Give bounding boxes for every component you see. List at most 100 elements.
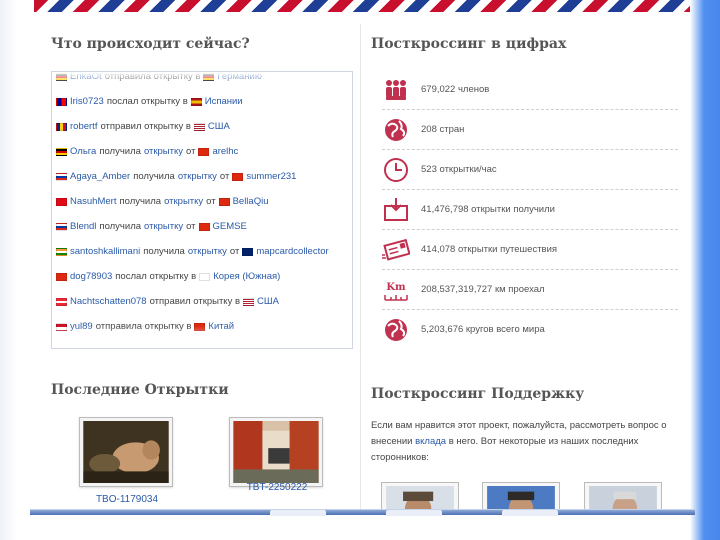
supporter-photo [386,486,454,510]
support-text: Если вам нравится этот проект, пожалуйст… [371,418,671,466]
supporter-avatar-2[interactable] [482,482,560,510]
activity-verb: получила [119,196,162,207]
country-link[interactable]: Испании [205,96,243,107]
username-link[interactable]: NasuhMert [70,196,116,207]
postcard-link[interactable]: открытку [178,171,217,182]
sender-link[interactable]: mapcardcollector [256,246,328,257]
activity-row: Iris0723 послал открытку в Испании [56,89,352,114]
stat-row: Km 208,537,319,727 км проехал [382,270,678,310]
username-link[interactable]: Nachtschatten078 [70,296,147,307]
activity-row: Blendl получила открытку от GEMSE [56,214,352,239]
activity-verb: получила [99,221,142,232]
globe-icon [385,319,407,341]
recent-postcard-1[interactable] [79,417,173,487]
postcard-traveling-icon [382,238,410,261]
country-flag-icon [56,297,67,306]
activity-row: Nachtschatten078 отправил открытку в США [56,289,352,314]
recent-postcard-2[interactable] [229,417,323,487]
recent-postcard-1-id[interactable]: TBO-1179034 [79,494,175,505]
stat-value: 414,078 открытки путешествия [421,244,558,255]
username-link[interactable]: Agaya_Amber [70,171,130,182]
country-flag-icon [242,247,254,256]
supporter-photo [487,486,555,510]
country-flag-icon [243,297,255,306]
country-flag-icon [199,272,211,281]
country-flag-icon [56,222,67,231]
activity-verb: получила [133,171,175,182]
activity-verb: отправил открытку в [149,296,241,307]
stat-value: 679,022 членов [421,84,490,95]
stat-value: 523 открытки/час [421,164,497,175]
activity-verb: послал открытку в [106,96,188,107]
supporter-avatar-1[interactable] [381,482,459,510]
username-link[interactable]: dog78903 [70,271,112,282]
distance-icon: Km [384,282,408,301]
username-link[interactable]: Iris0723 [70,96,104,107]
postcard-image-painting [83,421,169,483]
activity-verb: послал открытку в [115,271,197,282]
username-link[interactable]: santoshkallimani [70,246,140,257]
recent-postcards-heading: Последние Открытки [51,382,229,398]
postcard-image-train [233,421,319,483]
postcard-link[interactable]: открытку [164,196,203,207]
taskbar-item[interactable] [502,510,558,516]
postcrossing-page: Что происходит сейчас? ErikaOtотправила … [34,12,690,510]
recent-postcard-2-id[interactable]: TBT-2250222 [229,482,325,493]
activity-verb: отправил открытку в [100,121,191,132]
sender-link[interactable]: GEMSE [213,221,247,232]
country-link[interactable]: США [257,296,279,307]
activity-preposition: от [219,171,230,182]
stat-row: 5,203,676 кругов всего мира [382,310,678,350]
country-flag-icon [56,247,67,256]
country-flag-icon [56,172,67,181]
country-flag-icon [232,172,244,181]
country-flag-icon [56,97,67,106]
left-column: Что происходит сейчас? ErikaOtотправила … [34,12,360,510]
country-flag-icon [198,147,210,156]
country-flag-icon [56,122,67,131]
country-flag-icon [56,272,67,281]
country-link[interactable]: Корея (Южная) [213,271,280,282]
country-flag-icon [56,147,67,156]
taskbar-item[interactable] [270,510,326,516]
postcard-received-icon [384,198,408,221]
country-flag-icon [193,122,205,131]
supporter-photo [589,486,657,510]
globe-icon [385,119,407,141]
activity-verb: получила [99,146,141,157]
contribute-link[interactable]: вклада [415,436,446,447]
km-label: Km [386,282,406,293]
stat-value: 208,537,319,727 км проехал [421,284,545,295]
sender-link[interactable]: BellaQiu [233,196,269,207]
country-flag-icon [218,197,230,206]
activity-row: robertf отправил открытку в США [56,114,352,139]
supporter-avatar-3[interactable] [584,482,662,510]
stats-heading: Посткроссинг в цифрах [371,36,567,52]
postcard-link[interactable]: открытку [144,221,183,232]
taskbar-item[interactable] [386,510,442,516]
country-link[interactable]: США [208,121,230,132]
activity-preposition: от [206,196,216,207]
username-link[interactable]: Blendl [70,221,96,232]
stat-value: 41,476,798 открытки получили [421,204,555,215]
username-link[interactable]: Ольга [70,146,96,157]
activity-row: NasuhMert получила открытку от BellaQiu [56,189,352,214]
activity-preposition: от [186,221,196,232]
postcard-link[interactable]: открытку [144,146,183,157]
activity-row: santoshkallimani получила открытку от mapcar… [56,239,352,264]
postcard-link[interactable]: открытку [188,246,227,257]
activity-list: ErikaOtотправила открытку вГерманиюIris0… [56,72,352,339]
activity-row: Agaya_Amber получила открытку от summer231 [56,164,352,189]
sender-link[interactable]: arelhc [212,146,238,157]
country-flag-icon [190,97,202,106]
activity-feed[interactable]: ErikaOtотправила открытку вГерманиюIris0… [51,71,353,349]
stat-row: 679,022 членов [382,70,678,110]
clock-icon [384,158,408,182]
username-link[interactable]: robertf [70,121,97,132]
activity-verb: получила [143,246,185,257]
airmail-border [34,0,690,12]
sender-link[interactable]: summer231 [246,171,296,182]
stat-row: 208 стран [382,110,678,150]
stat-value: 5,203,676 кругов всего мира [421,324,545,335]
feed-top-fade [52,72,352,84]
